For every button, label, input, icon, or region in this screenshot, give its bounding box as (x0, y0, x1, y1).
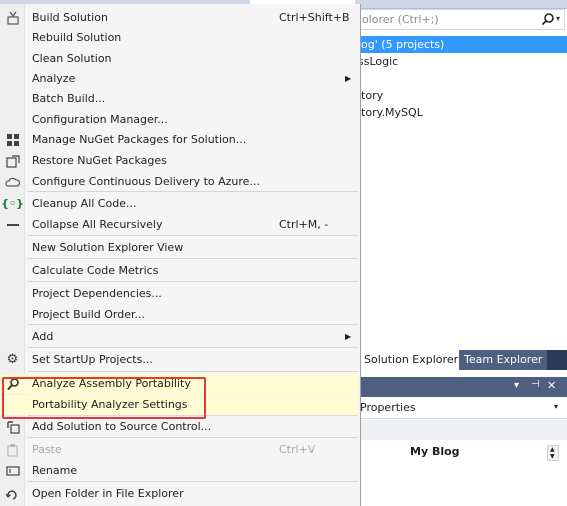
menu-item-add-solution-to-source-control[interactable]: Add Solution to Source Control... (0, 417, 358, 437)
window-options-chevron-icon[interactable]: ▾ (514, 380, 519, 391)
menu-item-paste[interactable]: Paste Ctrl+V (0, 440, 358, 460)
rename-icon (5, 463, 20, 478)
menu-item-configuration-manager[interactable]: Configuration Manager... (0, 110, 358, 130)
menu-separator (28, 481, 358, 482)
menu-item-label: Analyze (32, 72, 76, 85)
submenu-arrow-icon: ▶ (345, 74, 352, 83)
tree-node-project[interactable]: ssLogic (355, 53, 398, 70)
pin-icon[interactable]: ⊣ (531, 379, 540, 390)
solution-context-menu: Build Solution Ctrl+Shift+B Rebuild Soluti… (0, 4, 361, 506)
menu-item-rename[interactable]: Rename (0, 461, 358, 481)
paste-icon (5, 442, 20, 457)
menu-item-configure-continuous-delivery-to-azure[interactable]: Configure Continuous Delivery to Azure..… (0, 172, 358, 192)
menu-item-label: Batch Build... (32, 92, 106, 105)
menu-item-label: Add (32, 330, 54, 343)
properties-toolbar (355, 420, 567, 440)
menu-item-open-folder-in-file-explorer[interactable]: Open Folder in File Explorer (0, 484, 358, 504)
menu-item-clean-solution[interactable]: Clean Solution (0, 49, 358, 69)
menu-item-label: Project Dependencies... (32, 287, 162, 300)
menu-item-label: Configure Continuous Delivery to Azure..… (32, 175, 260, 188)
tab-team-explorer[interactable]: Team Explorer (459, 350, 548, 370)
close-icon[interactable]: ✕ (547, 379, 556, 392)
cloud-icon (5, 174, 20, 189)
menu-item-label: Rename (32, 464, 78, 477)
menu-item-cleanup-all-code[interactable]: {◦} Cleanup All Code... (0, 194, 358, 214)
properties-title: My Blog (410, 445, 460, 458)
menu-item-label: Cleanup All Code... (32, 197, 137, 210)
menu-item-add[interactable]: Add ▶ (0, 327, 358, 347)
menu-item-label: Set StartUp Projects... (32, 353, 153, 366)
submenu-arrow-icon: ▶ (345, 332, 352, 341)
restore-icon (5, 153, 20, 168)
menu-item-label: Calculate Code Metrics (32, 264, 159, 277)
gear-icon: ⚙ (6, 352, 19, 367)
menu-item-new-solution-explorer-view[interactable]: New Solution Explorer View (0, 238, 358, 258)
menu-separator (28, 281, 358, 282)
menu-item-rebuild-solution[interactable]: Rebuild Solution (0, 28, 358, 48)
solution-explorer-toolbar (355, 0, 567, 9)
menu-item-label: Open Folder in File Explorer (32, 487, 184, 500)
menu-separator (28, 347, 358, 348)
menu-item-label: Manage NuGet Packages for Solution... (32, 133, 247, 146)
nuget-icon (5, 132, 20, 147)
search-icon[interactable] (541, 12, 555, 26)
search-options-chevron-icon[interactable]: ▾ (556, 14, 560, 23)
menu-item-label: Rebuild Solution (32, 31, 122, 44)
tree-node-project[interactable]: itory.MySQL (355, 104, 423, 121)
scroll-up-icon[interactable]: ▲ (550, 446, 555, 453)
menu-separator (28, 235, 358, 236)
menu-item-label: Paste (32, 443, 62, 456)
menu-item-label: Clean Solution (32, 52, 112, 65)
open-folder-icon (5, 486, 20, 501)
menu-item-analyze[interactable]: Analyze ▶ (0, 69, 358, 89)
tree-node-solution[interactable]: log' (5 projects) (355, 36, 567, 53)
menu-item-label: Build Solution (32, 11, 108, 24)
menu-item-label: Project Build Order... (32, 308, 145, 321)
menu-separator (28, 191, 358, 192)
build-icon (5, 10, 20, 25)
menu-item-label: New Solution Explorer View (32, 241, 184, 254)
menu-separator (28, 324, 358, 325)
menu-item-shortcut: Ctrl+Shift+B (279, 11, 350, 24)
collapse-icon (5, 217, 20, 232)
properties-select-value: Properties (360, 401, 416, 414)
menu-item-set-startup-projects[interactable]: ⚙ Set StartUp Projects... (0, 350, 358, 370)
menu-item-label: Add Solution to Source Control... (32, 420, 212, 433)
menu-separator (28, 258, 358, 259)
menu-item-label: Collapse All Recursively (32, 218, 163, 231)
highlight-annotation-box (2, 377, 206, 419)
code-cleanup-icon: {◦} (1, 197, 24, 210)
menu-item-shortcut: Ctrl+V (279, 443, 316, 456)
menu-item-label: Configuration Manager... (32, 113, 168, 126)
menu-item-manage-nuget-packages-for-solution[interactable]: Manage NuGet Packages for Solution... (0, 130, 358, 150)
source-control-icon (5, 419, 20, 434)
menu-item-label: Restore NuGet Packages (32, 154, 167, 167)
menu-separator (28, 437, 358, 438)
menu-item-build-solution[interactable]: Build Solution Ctrl+Shift+B (0, 8, 358, 28)
menu-item-project-dependencies[interactable]: Project Dependencies... (0, 284, 358, 304)
chevron-down-icon[interactable]: ▾ (554, 402, 558, 411)
scroll-down-icon[interactable]: ▼ (550, 453, 555, 460)
properties-grid (355, 440, 567, 506)
menu-item-project-build-order[interactable]: Project Build Order... (0, 305, 358, 325)
search-placeholder: olorer (Ctrl+;) (362, 13, 439, 26)
menu-item-restore-nuget-packages[interactable]: Restore NuGet Packages (0, 151, 358, 171)
menu-item-shortcut: Ctrl+M, - (279, 218, 329, 231)
menu-item-collapse-all-recursively[interactable]: Collapse All Recursively Ctrl+M, - (0, 215, 358, 235)
menu-separator (28, 371, 358, 372)
menu-item-calculate-code-metrics[interactable]: Calculate Code Metrics (0, 261, 358, 281)
menu-item-batch-build[interactable]: Batch Build... (0, 89, 358, 109)
tab-solution-explorer[interactable]: Solution Explorer (360, 350, 463, 370)
